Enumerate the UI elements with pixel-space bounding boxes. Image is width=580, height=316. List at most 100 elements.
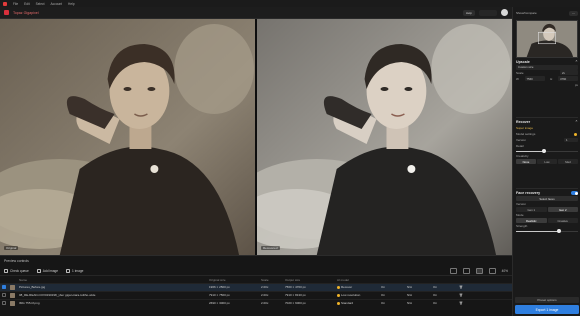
row-orig: 2690 × 3000 px <box>207 298 259 307</box>
face-recovery-toggle[interactable] <box>571 191 578 195</box>
model-name: Super image <box>516 126 534 130</box>
face-realistic-button[interactable]: Realistic <box>516 218 547 223</box>
face-recovery-section: Face recovery Select faces Version Gen 1… <box>513 187 580 233</box>
image-viewer[interactable]: Original Recovered <box>0 19 512 255</box>
check-queue-button[interactable]: Check queue <box>4 268 29 273</box>
unit-label[interactable]: px <box>575 83 578 87</box>
row-name: 08_RE-READ-COV0190198_yber gigan-tiara-t… <box>17 290 207 299</box>
creativity-none-button[interactable]: None <box>516 159 536 164</box>
zoom-level[interactable]: 40% <box>502 269 508 273</box>
checklist-icon <box>4 268 8 273</box>
row-c1: On <box>379 298 405 307</box>
row-checkbox[interactable] <box>2 301 6 306</box>
row-scale: 2.00x <box>259 282 283 291</box>
row-c3: On <box>431 290 457 299</box>
row-checkbox[interactable] <box>2 285 6 290</box>
menu-select[interactable]: Select <box>36 2 45 6</box>
recovered-pane[interactable]: Recovered <box>257 19 512 255</box>
upscale-section: Upscale ⌃ Custom size Scale 2x W 7560 H 47… <box>513 59 580 88</box>
side-by-side-icon[interactable] <box>475 267 483 274</box>
row-delete-icon[interactable]: 🗑 <box>457 298 512 307</box>
add-image-label: Add image <box>42 268 59 273</box>
image-count-label: 1 image <box>72 268 84 273</box>
detail-slider-knob[interactable] <box>541 149 546 153</box>
row-c1: On <box>379 290 405 299</box>
height-input[interactable]: 4760 <box>557 76 578 81</box>
row-output: 7560 × 4760 px <box>283 282 335 291</box>
row-c2: N/A <box>405 290 431 299</box>
face-mode-label: Mode <box>516 213 524 217</box>
row-delete-icon[interactable]: 🗑 <box>457 282 512 291</box>
app-name: Topaz Gigapixel <box>13 10 39 15</box>
row-thumbnail <box>10 284 15 290</box>
title-bar: Topaz Gigapixel Help <box>0 7 512 19</box>
width-input[interactable]: 7560 <box>524 76 545 81</box>
detail-label: Detail <box>516 144 524 148</box>
original-pane[interactable]: Original <box>0 19 255 255</box>
scale-select[interactable]: 2x <box>560 70 578 75</box>
row-checkbox[interactable] <box>2 293 6 298</box>
add-image-button[interactable]: Add image <box>36 268 59 273</box>
status-dot-icon <box>337 301 340 305</box>
creativity-low-button[interactable]: Low <box>537 159 557 164</box>
panel-menu-button[interactable]: ⋯ <box>569 10 578 16</box>
face-gen2-button[interactable]: Gen 2 <box>547 207 578 212</box>
creativity-med-button[interactable]: Med <box>558 159 578 164</box>
detail-slider[interactable] <box>516 149 578 153</box>
row-c2: N/A <box>405 282 431 291</box>
face-strength-knob[interactable] <box>557 229 562 233</box>
settings-panel: Show/Compare ⋯ Upscale ⌃ Custom size Scal… <box>512 7 580 316</box>
face-strength-slider[interactable] <box>516 229 578 233</box>
table-row[interactable]: Pictures_Before.jpg 1966 × 2500 px 2.00x… <box>0 282 512 291</box>
row-output: 7020 × 6000 px <box>283 298 335 307</box>
account-avatar[interactable] <box>501 9 508 16</box>
app-logo-icon <box>3 1 7 6</box>
version-select[interactable]: 1 <box>564 137 578 143</box>
table-row[interactable]: IMG 755.tif.png 2690 × 3000 px 2.00x 702… <box>0 298 512 307</box>
width-value: 7560 <box>526 76 533 81</box>
image-count: 1 image <box>66 268 84 273</box>
row-c3: On <box>431 282 457 291</box>
row-output: 7910 × 8130 px <box>283 290 335 299</box>
menu-edit[interactable]: Edit <box>24 2 30 6</box>
panel-top: Show/Compare ⋯ <box>513 7 580 19</box>
single-view-icon[interactable] <box>449 267 457 274</box>
recover-section: Recover ⌃ Super image Model settings Vers… <box>513 116 580 164</box>
row-c2: N/A <box>405 298 431 307</box>
recovered-image <box>257 19 512 255</box>
row-thumbnail <box>10 292 15 298</box>
help-button[interactable]: Help <box>462 9 475 16</box>
fit-icon[interactable] <box>488 267 496 274</box>
export-button[interactable]: Export 1 image <box>515 305 579 314</box>
queue-panel: Preview controls Check queue Add image 1… <box>0 255 512 316</box>
export-label: Export 1 image <box>535 307 559 312</box>
menu-help[interactable]: Help <box>68 2 75 6</box>
creativity-segment: None Low Med <box>516 159 578 164</box>
scale-label: Scale <box>516 70 524 75</box>
split-view-icon[interactable] <box>462 267 470 274</box>
row-thumbnail <box>10 300 15 306</box>
menu-account[interactable]: Account <box>51 2 63 6</box>
row-orig: 1966 × 2500 px <box>207 282 259 291</box>
brand-icon <box>4 10 9 15</box>
preset-options-label: Preset options <box>537 298 557 302</box>
face-gen1-button[interactable]: Gen 1 <box>516 207 547 212</box>
row-delete-icon[interactable]: 🗑 <box>457 290 512 299</box>
face-creative-button[interactable]: Creative <box>547 218 578 223</box>
chevron-up-icon[interactable]: ⌃ <box>575 60 578 64</box>
check-queue-label: Check queue <box>10 268 29 273</box>
row-orig: 7910 × 7560 px <box>207 290 259 299</box>
chevron-up-icon[interactable]: ⌃ <box>575 120 578 124</box>
menu-file[interactable]: File <box>13 2 18 6</box>
view-toggle-button[interactable] <box>479 9 497 16</box>
upscale-preset-value: Custom size <box>518 65 534 70</box>
plus-icon <box>36 268 41 273</box>
original-caption: Original <box>4 246 19 250</box>
recovered-caption: Recovered <box>261 246 280 250</box>
preset-options-button[interactable]: Preset options <box>515 297 579 303</box>
table-row[interactable]: 08_RE-READ-COV0190198_yber gigan-tiara-t… <box>0 290 512 299</box>
navigator-thumbnail[interactable] <box>516 20 578 58</box>
scale-value: 2x <box>562 70 565 75</box>
row-scale: 2.00x <box>259 290 283 299</box>
row-model: Standard <box>335 298 379 307</box>
